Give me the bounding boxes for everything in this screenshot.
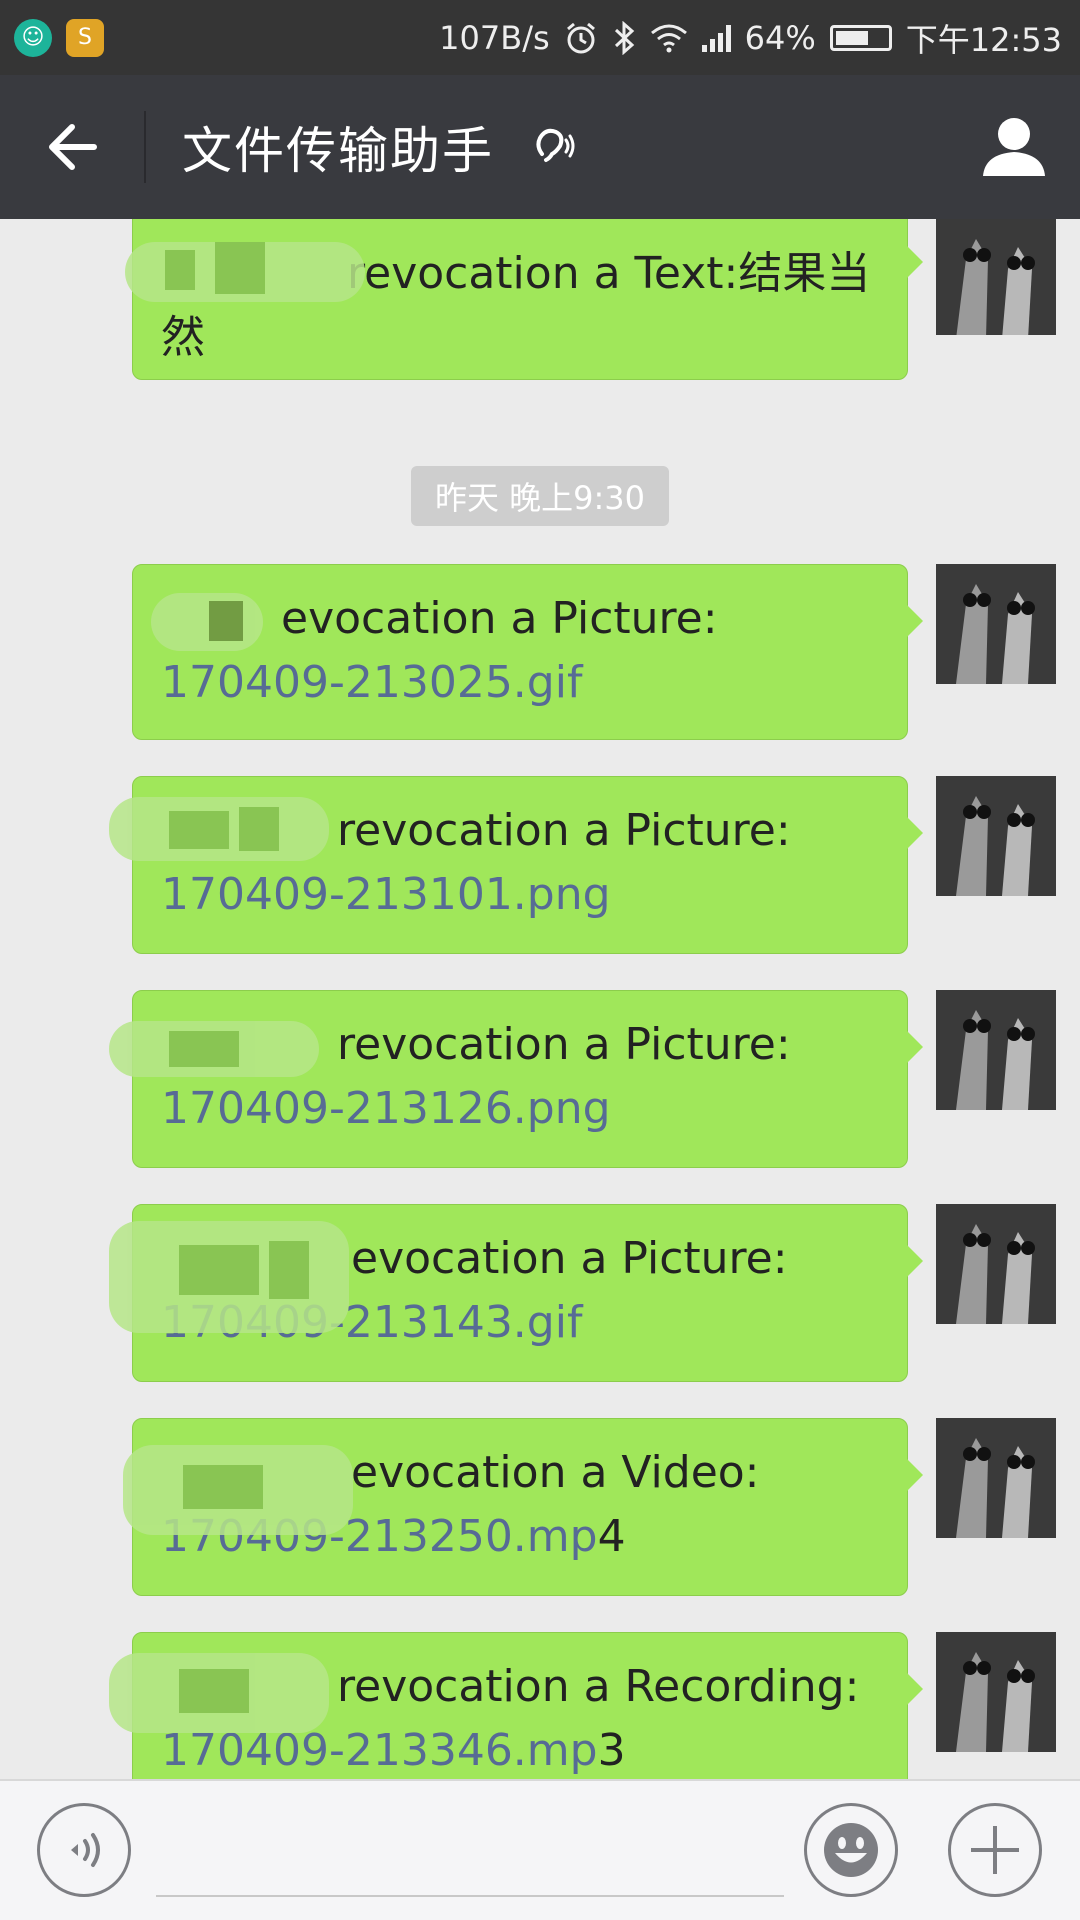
- message-bubble-1[interactable]: revocation a Text:结果当 然: [125, 219, 923, 380]
- avatar[interactable]: [936, 219, 1056, 335]
- giraffe-avatar-icon: [936, 776, 1056, 896]
- person-icon: [983, 118, 1045, 176]
- redacted-sender: [125, 242, 365, 302]
- plus-icon: [971, 1826, 1019, 1874]
- avatar[interactable]: [936, 1632, 1056, 1752]
- arrow-left-icon: [49, 124, 97, 170]
- profile-button[interactable]: [978, 111, 1050, 183]
- voice-icon: [71, 1833, 100, 1867]
- input-bar: [0, 1779, 1080, 1920]
- message-bubble-2[interactable]: evocation a Picture: 170409-213025.gif: [132, 564, 923, 740]
- plus-button[interactable]: [948, 1803, 1042, 1897]
- file-link[interactable]: 170409-213126.png: [161, 1083, 611, 1134]
- header: 文件传输助手: [0, 75, 1080, 219]
- redacted-sender: [109, 797, 329, 861]
- avatar[interactable]: [936, 564, 1056, 684]
- redacted-sender: [151, 593, 263, 651]
- message-bubble-4[interactable]: revocation a Picture: 170409-213126.png: [109, 990, 923, 1168]
- ear-icon: [530, 124, 576, 170]
- redacted-sender: [109, 1653, 329, 1733]
- message-bubble-7[interactable]: revocation a Recording: 170409-213346.mp…: [109, 1632, 923, 1779]
- app-icon: S: [66, 18, 104, 57]
- file-link[interactable]: 170409-213101.png: [161, 869, 611, 920]
- alarm-icon: [564, 21, 598, 55]
- avatar[interactable]: [936, 990, 1056, 1110]
- avatar[interactable]: [936, 776, 1056, 896]
- redacted-sender: [109, 1021, 319, 1077]
- message-bubble-3[interactable]: revocation a Picture: 170409-213101.png: [109, 776, 923, 954]
- redacted-sender: [109, 1221, 349, 1333]
- signal-icon: [701, 24, 731, 52]
- giraffe-avatar-icon: [936, 564, 1056, 684]
- giraffe-avatar-icon: [936, 990, 1056, 1110]
- page-title: 文件传输助手: [182, 122, 494, 180]
- battery-icon: [829, 24, 892, 51]
- giraffe-avatar-icon: [936, 1204, 1056, 1324]
- status-bar: ☺ S 107B/s 64% 下午12:53: [0, 0, 1080, 75]
- nav-divider: [144, 111, 146, 183]
- avatar[interactable]: [936, 1204, 1056, 1324]
- redacted-sender: [123, 1445, 353, 1535]
- message-input[interactable]: [156, 1801, 784, 1897]
- voice-button[interactable]: [37, 1803, 131, 1897]
- message-text: evocation a Picture:: [281, 593, 718, 644]
- battery-percent: 64%: [744, 18, 816, 57]
- chat-area[interactable]: revocation a Text:结果当 然 昨天 晚上9:30 evocat…: [0, 219, 1080, 1779]
- clock: 下午12:53: [905, 20, 1062, 59]
- message-text-line2: 然: [161, 312, 205, 363]
- message-bubble-5[interactable]: evocation a Picture: 170409-213143.gif: [109, 1204, 923, 1382]
- giraffe-avatar-icon: [936, 1632, 1056, 1752]
- network-speed: 107B/s: [439, 18, 550, 57]
- file-suffix: 4: [597, 1511, 626, 1562]
- bluetooth-icon: [612, 20, 636, 55]
- emoji-icon: [824, 1823, 878, 1877]
- message-bubble-6[interactable]: evocation a Video: 170409-213250.mp4: [123, 1418, 923, 1596]
- giraffe-avatar-icon: [936, 219, 1056, 335]
- timestamp: 昨天 晚上9:30: [411, 466, 669, 526]
- back-button[interactable]: [0, 75, 144, 219]
- giraffe-avatar-icon: [936, 1418, 1056, 1538]
- avatar[interactable]: [936, 1418, 1056, 1538]
- notification-icon: ☺: [14, 18, 52, 57]
- wifi-icon: [650, 23, 688, 53]
- file-suffix: 3: [597, 1725, 626, 1776]
- file-link[interactable]: 170409-213025.gif: [161, 657, 582, 708]
- emoji-button[interactable]: [804, 1803, 898, 1897]
